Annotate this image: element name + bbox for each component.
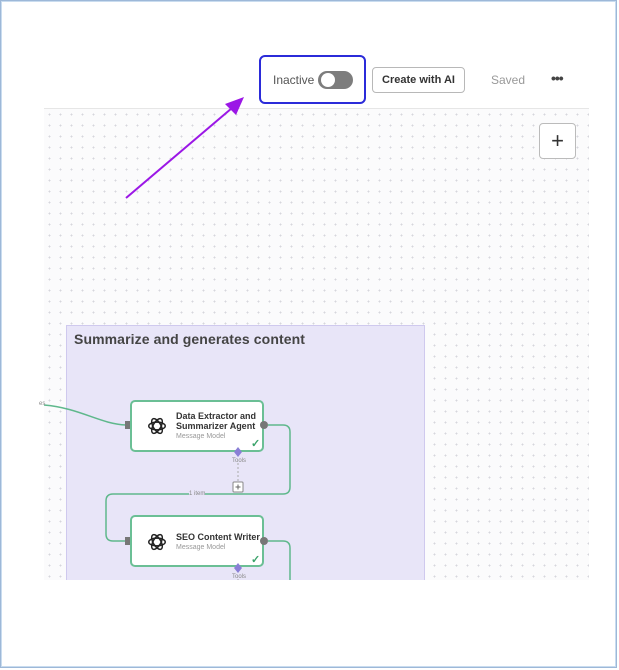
annotation-arrow (125, 97, 244, 199)
